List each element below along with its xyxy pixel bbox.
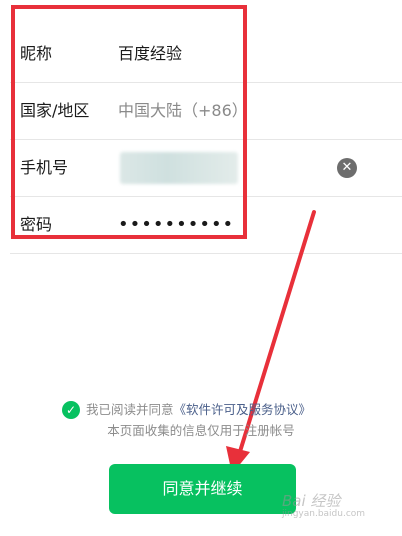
region-label: 国家/地区 bbox=[20, 101, 90, 120]
password-label: 密码 bbox=[20, 215, 53, 234]
clear-icon[interactable]: ✕ bbox=[337, 158, 357, 178]
nickname-label: 昵称 bbox=[20, 44, 53, 63]
phone-input[interactable] bbox=[120, 152, 238, 184]
agreement-text: 我已阅读并同意《软件许可及服务协议》 bbox=[86, 400, 311, 420]
nickname-row[interactable]: 昵称 百度经验 bbox=[10, 26, 402, 83]
agreement-prefix: 我已阅读并同意 bbox=[86, 402, 174, 417]
phone-label: 手机号 bbox=[20, 158, 69, 177]
watermark-logo: Bai 经验 jingyan.baidu.com bbox=[282, 490, 365, 519]
password-input[interactable]: •••••••••• bbox=[118, 197, 234, 253]
region-row[interactable]: 国家/地区 中国大陆（+86） bbox=[10, 83, 402, 140]
agree-continue-button[interactable]: 同意并继续 bbox=[109, 464, 296, 514]
watermark-text: Bai 经验 bbox=[282, 492, 341, 510]
privacy-notice: 本页面收集的信息仅用于注册帐号 bbox=[107, 423, 295, 438]
agree-checkbox-icon[interactable]: ✓ bbox=[62, 401, 80, 419]
phone-row[interactable]: 手机号 ✕ bbox=[10, 140, 402, 197]
agreement-link[interactable]: 《软件许可及服务协议》 bbox=[174, 402, 312, 417]
watermark-subtext: jingyan.baidu.com bbox=[282, 509, 366, 519]
region-selector[interactable]: 中国大陆（+86） bbox=[118, 83, 248, 139]
nickname-input[interactable]: 百度经验 bbox=[118, 26, 182, 82]
password-row[interactable]: 密码 •••••••••• bbox=[10, 197, 402, 254]
